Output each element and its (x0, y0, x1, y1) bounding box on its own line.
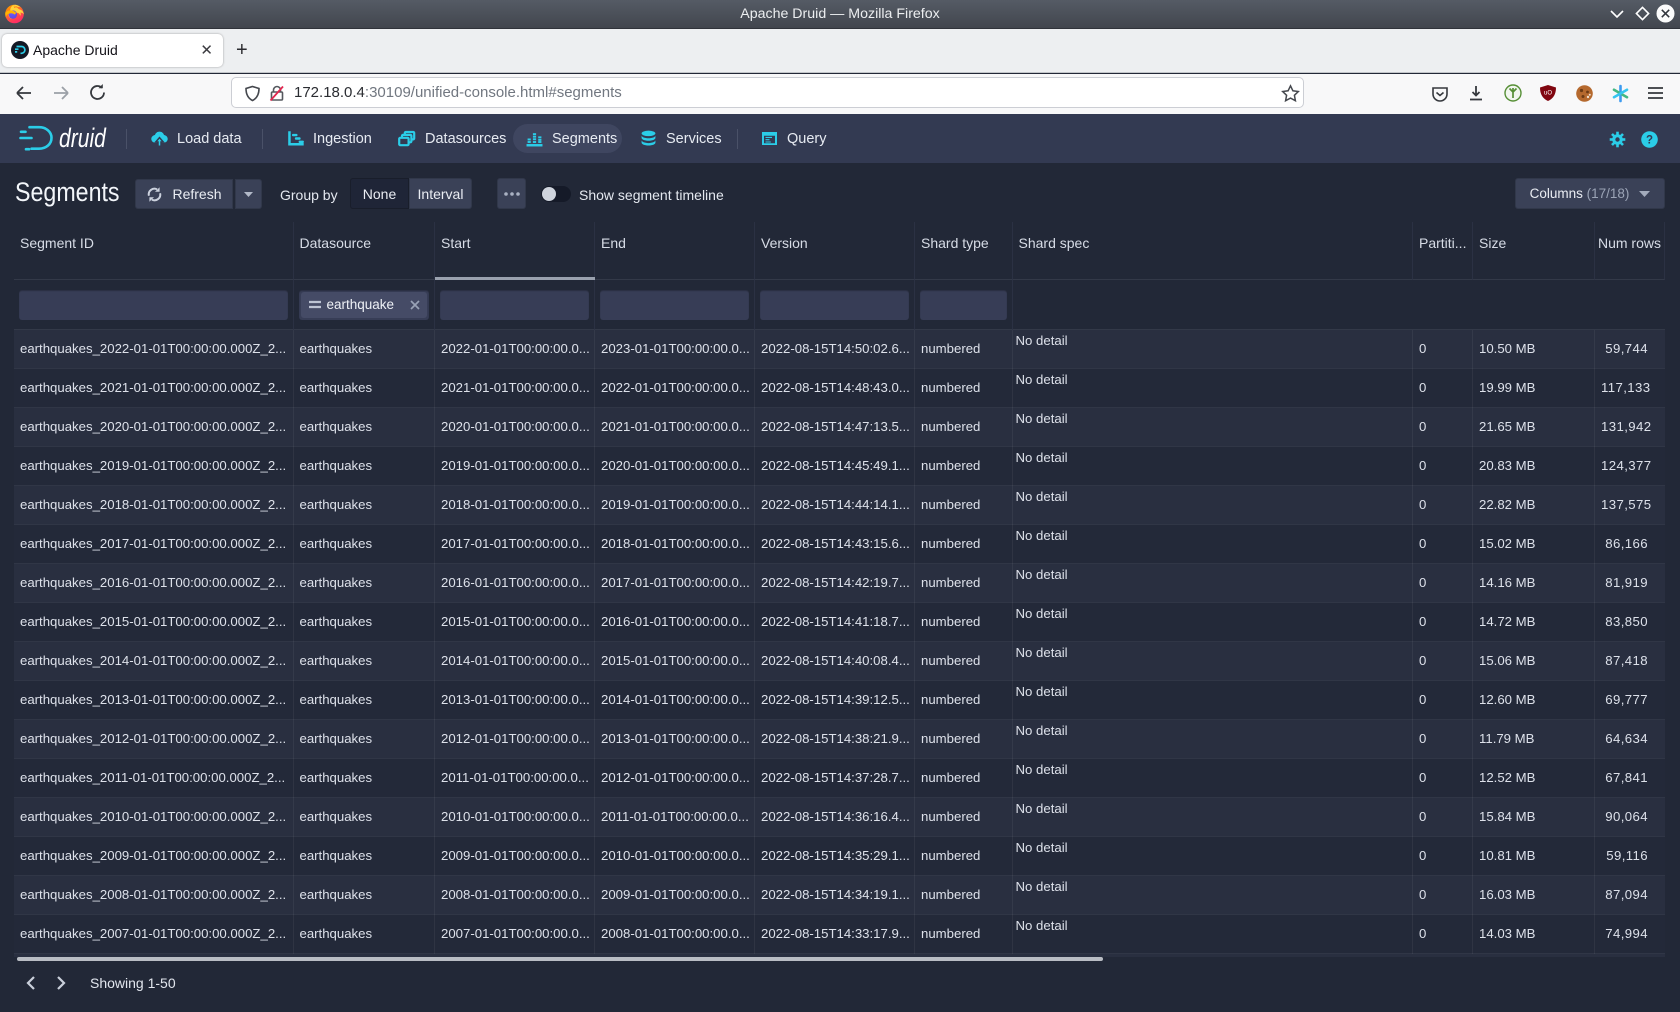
svg-text:uO: uO (1544, 91, 1552, 97)
svg-text:?: ? (1646, 135, 1653, 147)
